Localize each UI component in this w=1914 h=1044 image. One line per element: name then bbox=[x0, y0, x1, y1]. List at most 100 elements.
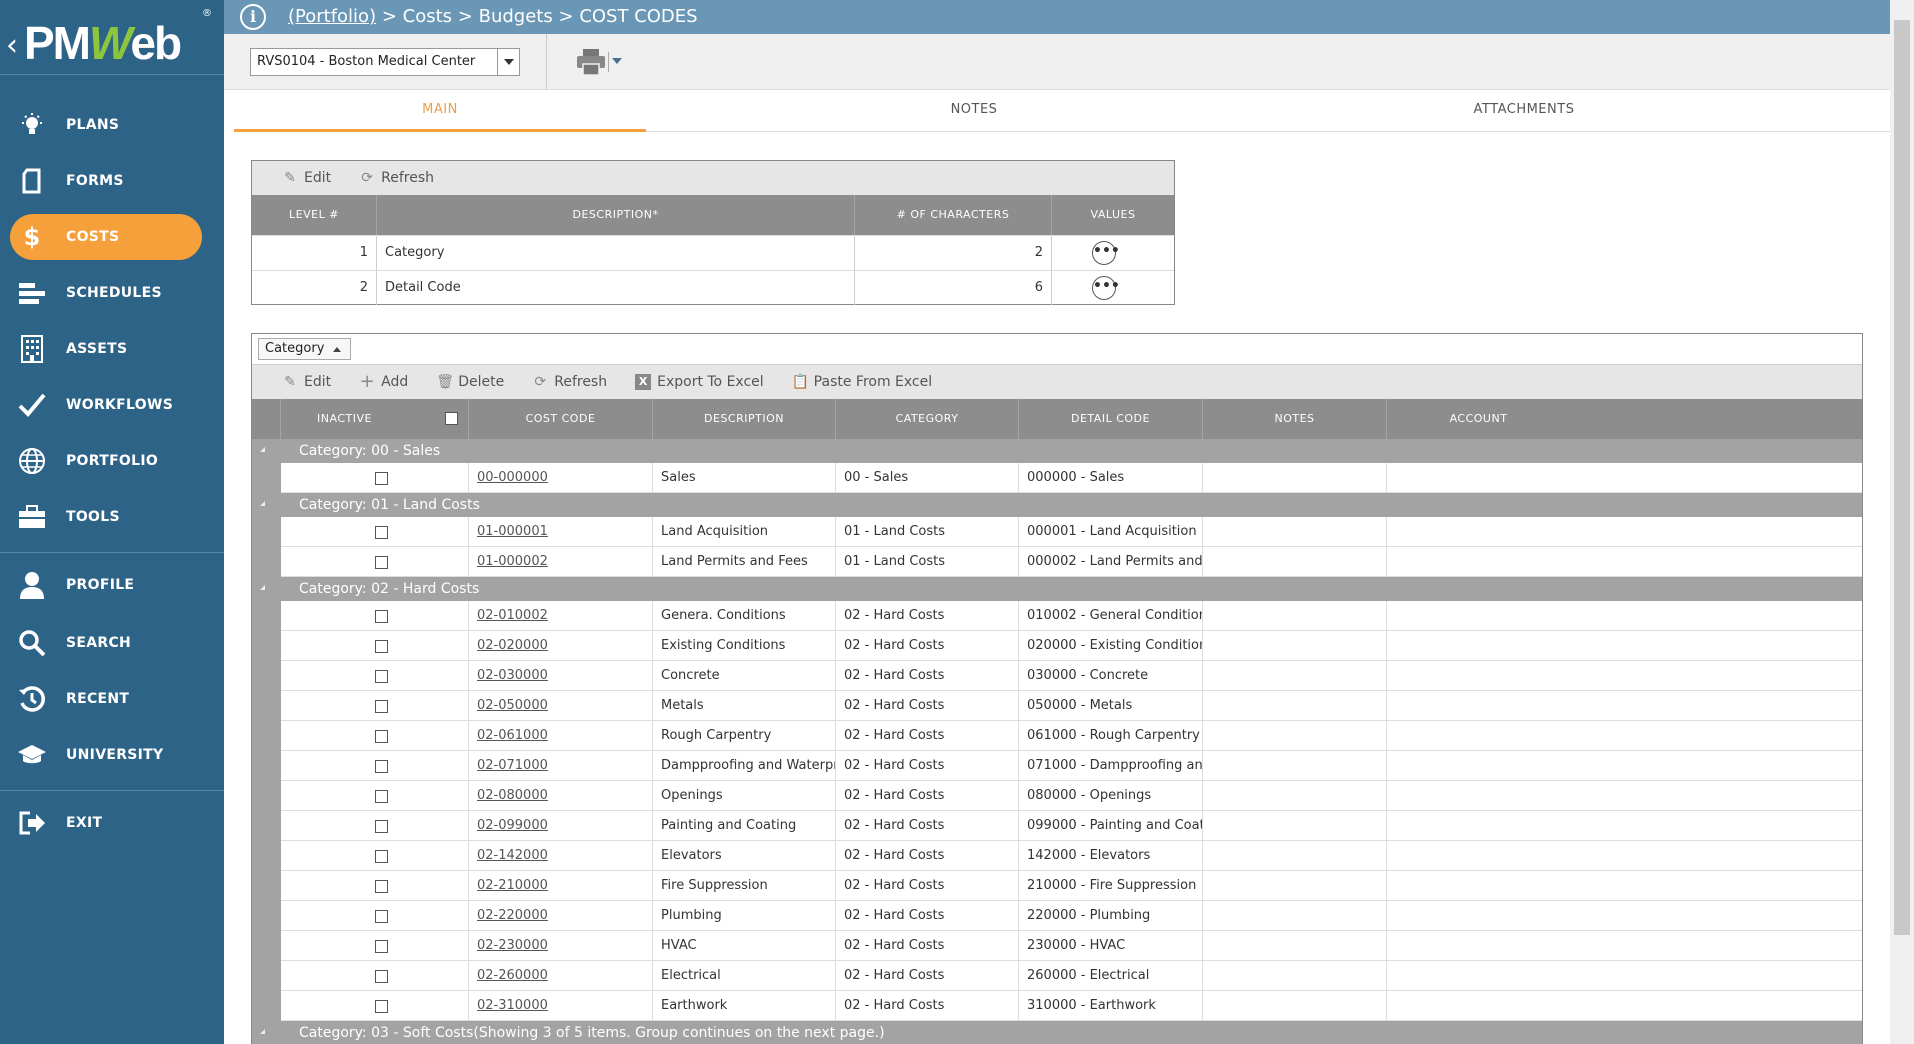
breadcrumb-portfolio-link[interactable]: (Portfolio) bbox=[288, 6, 376, 27]
group-by-chip[interactable]: Category bbox=[258, 338, 352, 360]
column-header[interactable]: VALUES bbox=[1052, 195, 1174, 235]
inactive-checkbox[interactable] bbox=[375, 556, 388, 569]
inactive-checkbox[interactable] bbox=[375, 850, 388, 863]
cost-code-link[interactable]: 02-050000 bbox=[477, 698, 548, 713]
paste-excel-button[interactable]: 📋 Paste From Excel bbox=[792, 374, 932, 390]
nav-item-exit[interactable]: EXIT bbox=[10, 800, 202, 846]
inactive-checkbox[interactable] bbox=[375, 640, 388, 653]
collapse-triangle-icon[interactable] bbox=[260, 447, 265, 452]
info-icon[interactable]: i bbox=[240, 4, 266, 30]
column-header[interactable]: DESCRIPTION* bbox=[377, 195, 855, 235]
collapse-triangle-icon[interactable] bbox=[260, 1029, 265, 1034]
column-header-inactive[interactable]: INACTIVE bbox=[281, 399, 469, 439]
add-button[interactable]: + Add bbox=[359, 373, 409, 391]
cost-code-link[interactable]: 02-099000 bbox=[477, 818, 548, 833]
nav-item-tools[interactable]: TOOLS bbox=[10, 494, 202, 540]
column-header[interactable]: DESCRIPTION bbox=[653, 399, 836, 439]
table-row[interactable]: 02-010002 Genera. Conditions 02 - Hard Cos… bbox=[252, 601, 1862, 631]
table-row[interactable]: 1 Category 2 ••• bbox=[252, 235, 1174, 270]
inactive-checkbox[interactable] bbox=[375, 1000, 388, 1013]
cost-code-link[interactable]: 02-080000 bbox=[477, 788, 548, 803]
column-header[interactable]: DETAIL CODE bbox=[1019, 399, 1203, 439]
edit-button[interactable]: ✎ Edit bbox=[282, 170, 331, 186]
inactive-checkbox[interactable] bbox=[375, 730, 388, 743]
column-header[interactable]: ACCOUNT bbox=[1387, 399, 1570, 439]
table-row[interactable]: 02-260000 Electrical 02 - Hard Costs 260000… bbox=[252, 961, 1862, 991]
back-chevron-icon[interactable]: ‹ bbox=[6, 28, 18, 63]
cost-code-link[interactable]: 02-230000 bbox=[477, 938, 548, 953]
pmweb-logo[interactable]: ‹ PMWeb ® bbox=[6, 8, 216, 78]
group-row[interactable]: Category: 02 - Hard Costs bbox=[252, 577, 1862, 601]
table-row[interactable]: 02-080000 Openings 02 - Hard Costs 080000 -… bbox=[252, 781, 1862, 811]
cost-code-link[interactable]: 01-000002 bbox=[477, 554, 548, 569]
cost-code-link[interactable]: 02-071000 bbox=[477, 758, 548, 773]
inactive-checkbox[interactable] bbox=[375, 940, 388, 953]
inactive-checkbox[interactable] bbox=[375, 880, 388, 893]
delete-button[interactable]: 🗑 Delete bbox=[436, 374, 504, 390]
inactive-checkbox[interactable] bbox=[375, 910, 388, 923]
table-row[interactable]: 02-099000 Painting and Coating 02 - Hard C… bbox=[252, 811, 1862, 841]
inactive-checkbox[interactable] bbox=[375, 760, 388, 773]
cost-code-link[interactable]: 01-000001 bbox=[477, 524, 548, 539]
inactive-checkbox[interactable] bbox=[375, 670, 388, 683]
cost-code-link[interactable]: 02-210000 bbox=[477, 878, 548, 893]
nav-item-assets[interactable]: ASSETS bbox=[10, 326, 202, 372]
cost-code-link[interactable]: 00-000000 bbox=[477, 470, 548, 485]
scrollbar-thumb[interactable] bbox=[1894, 20, 1910, 935]
table-row[interactable]: 02-071000Dampproofing and Waterproofing0… bbox=[252, 751, 1862, 781]
cost-code-link[interactable]: 02-142000 bbox=[477, 848, 548, 863]
table-row[interactable]: 02-230000 HVAC 02 - Hard Costs 230000 - HVA… bbox=[252, 931, 1862, 961]
more-options-icon[interactable]: ••• bbox=[1092, 276, 1120, 300]
inactive-checkbox[interactable] bbox=[375, 700, 388, 713]
chevron-down-icon[interactable] bbox=[497, 49, 519, 75]
inactive-checkbox[interactable] bbox=[375, 526, 388, 539]
nav-item-profile[interactable]: PROFILE bbox=[10, 562, 202, 608]
nav-item-plans[interactable]: PLANS bbox=[10, 102, 202, 148]
nav-item-workflows[interactable]: WORKFLOWS bbox=[10, 382, 202, 428]
table-row[interactable]: 00-000000 Sales 00 - Sales 000000 - Sales bbox=[252, 463, 1862, 493]
table-row[interactable]: 01-000001 Land Acquisition 01 - Land Costs… bbox=[252, 517, 1862, 547]
group-row[interactable]: Category: 03 - Soft Costs(Showing 3 of 5… bbox=[252, 1021, 1862, 1044]
table-row[interactable]: 02-020000 Existing Conditions 02 - Hard Co… bbox=[252, 631, 1862, 661]
cost-code-link[interactable]: 02-220000 bbox=[477, 908, 548, 923]
inactive-checkbox[interactable] bbox=[375, 472, 388, 485]
refresh-button[interactable]: ⟳ Refresh bbox=[359, 170, 434, 186]
cost-code-link[interactable]: 02-310000 bbox=[477, 998, 548, 1013]
inactive-checkbox[interactable] bbox=[375, 970, 388, 983]
cost-code-link[interactable]: 02-030000 bbox=[477, 668, 548, 683]
nav-item-forms[interactable]: FORMS bbox=[10, 158, 202, 204]
table-row[interactable]: 2 Detail Code 6 ••• bbox=[252, 270, 1174, 305]
export-excel-button[interactable]: X Export To Excel bbox=[635, 374, 764, 390]
nav-item-costs[interactable]: $ COSTS bbox=[10, 214, 202, 260]
group-row[interactable]: Category: 01 - Land Costs bbox=[252, 493, 1862, 517]
cost-code-link[interactable]: 02-260000 bbox=[477, 968, 548, 983]
cost-code-link[interactable]: 02-020000 bbox=[477, 638, 548, 653]
column-header[interactable]: # OF CHARACTERS bbox=[855, 195, 1052, 235]
nav-item-recent[interactable]: RECENT bbox=[10, 676, 202, 722]
more-options-icon[interactable]: ••• bbox=[1092, 241, 1120, 265]
table-row[interactable]: 02-210000 Fire Suppression 02 - Hard Costs… bbox=[252, 871, 1862, 901]
collapse-triangle-icon[interactable] bbox=[260, 585, 265, 590]
refresh-button[interactable]: ⟳ Refresh bbox=[532, 374, 607, 390]
tab-attachments[interactable]: ATTACHMENTS bbox=[1444, 92, 1604, 132]
column-header[interactable]: COST CODE bbox=[469, 399, 653, 439]
table-row[interactable]: 02-220000 Plumbing 02 - Hard Costs 220000 -… bbox=[252, 901, 1862, 931]
nav-item-university[interactable]: UNIVERSITY bbox=[10, 732, 202, 778]
inactive-checkbox[interactable] bbox=[375, 820, 388, 833]
edit-button[interactable]: ✎ Edit bbox=[282, 374, 331, 390]
inactive-checkbox[interactable] bbox=[375, 610, 388, 623]
vertical-scrollbar[interactable] bbox=[1890, 0, 1914, 1044]
collapse-triangle-icon[interactable] bbox=[260, 501, 265, 506]
table-row[interactable]: 02-061000 Rough Carpentry 02 - Hard Costs 0… bbox=[252, 721, 1862, 751]
table-row[interactable]: 02-310000 Earthwork 02 - Hard Costs 310000 … bbox=[252, 991, 1862, 1021]
cost-code-link[interactable]: 02-010002 bbox=[477, 608, 548, 623]
print-dropdown-icon[interactable] bbox=[612, 58, 622, 64]
column-header[interactable]: CATEGORY bbox=[836, 399, 1019, 439]
table-row[interactable]: 02-050000 Metals 02 - Hard Costs 050000 - M… bbox=[252, 691, 1862, 721]
column-header[interactable]: LEVEL # bbox=[252, 195, 377, 235]
print-icon[interactable] bbox=[576, 48, 606, 76]
table-row[interactable]: 02-030000 Concrete 02 - Hard Costs 030000 -… bbox=[252, 661, 1862, 691]
table-row[interactable]: 01-000002 Land Permits and Fees 01 - Land … bbox=[252, 547, 1862, 577]
inactive-checkbox[interactable] bbox=[375, 790, 388, 803]
nav-item-search[interactable]: SEARCH bbox=[10, 620, 202, 666]
